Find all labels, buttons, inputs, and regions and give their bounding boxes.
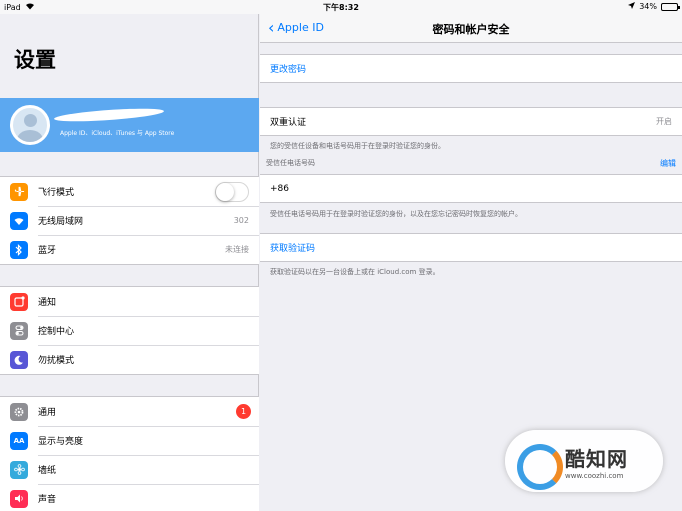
sound-icon <box>10 489 28 508</box>
sidebar-item-airplane[interactable]: 飞行模式 <box>0 177 259 206</box>
avatar <box>10 105 50 145</box>
sidebar-title: 设置 <box>14 48 56 72</box>
sidebar-item-sound[interactable]: 声音 <box>0 484 259 511</box>
trusted-phone-row[interactable]: +86 <box>260 174 682 203</box>
sidebar-item-label: 通用 <box>38 408 57 418</box>
sidebar-item-wifi[interactable]: 无线局域网 302 <box>0 206 259 235</box>
get-code-label: 获取验证码 <box>270 244 316 254</box>
battery-icon <box>661 2 680 11</box>
watermark-text: 酷知网 www.coozhi.com <box>565 443 628 480</box>
status-bar: iPad 下午8:32 34% <box>0 0 682 14</box>
two-factor-label: 双重认证 <box>270 118 307 128</box>
notification-icon <box>10 292 28 311</box>
profile-subtitle: Apple ID、iCloud、iTunes 与 App Store <box>60 130 175 137</box>
trusted-phone-header: 受信任电话号码 <box>266 159 315 167</box>
toggle-knob <box>216 182 234 201</box>
phone-number: +86 <box>270 183 289 194</box>
bluetooth-status: 未连接 <box>225 245 249 254</box>
watermark-badge: 酷知网 www.coozhi.com <box>505 430 663 492</box>
sidebar-item-wallpaper[interactable]: 墙纸 <box>0 455 259 484</box>
two-factor-status: 开启 <box>656 117 672 126</box>
sidebar-item-notifications[interactable]: 通知 <box>0 287 259 316</box>
moon-icon <box>10 350 28 369</box>
change-password-label: 更改密码 <box>270 65 307 75</box>
watermark-url: www.coozhi.com <box>565 471 624 480</box>
navigation-bar: ‹ Apple ID 密码和帐户安全 <box>260 14 682 43</box>
control-center-icon <box>10 321 28 340</box>
page-title: 密码和帐户安全 <box>432 23 510 36</box>
wifi-icon <box>10 211 28 230</box>
sidebar-item-label: 声音 <box>38 495 57 505</box>
watermark-name: 酷知网 <box>565 446 628 471</box>
sidebar-item-control-center[interactable]: 控制中心 <box>0 316 259 345</box>
general-group: 通用 1 AA 显示与亮度 墙纸 声音 <box>0 396 259 511</box>
two-factor-row: 双重认证 开启 <box>260 107 682 136</box>
update-badge: 1 <box>236 404 251 419</box>
coozhi-logo-icon <box>515 440 563 490</box>
gear-icon <box>10 402 28 421</box>
airplane-toggle[interactable] <box>215 181 249 202</box>
airplane-icon <box>10 182 28 201</box>
get-code-note: 获取验证码以在另一台设备上或在 iCloud.com 登录。 <box>270 268 440 276</box>
display-icon: AA <box>10 431 28 450</box>
sidebar-item-label: 显示与亮度 <box>38 437 84 447</box>
change-password-button[interactable]: 更改密码 <box>260 54 682 83</box>
redacted-name <box>53 106 165 124</box>
sidebar-item-label: 控制中心 <box>38 327 75 337</box>
status-time: 下午8:32 <box>323 3 359 12</box>
connectivity-group: 飞行模式 无线局域网 302 蓝牙 未连接 <box>0 176 259 265</box>
settings-sidebar: 设置 Apple ID、iCloud、iTunes 与 App Store 飞行… <box>0 14 259 511</box>
location-icon <box>628 2 636 11</box>
sidebar-item-do-not-disturb[interactable]: 勿扰模式 <box>0 345 259 374</box>
sidebar-item-label: 飞行模式 <box>38 188 75 198</box>
sidebar-item-label: 无线局域网 <box>38 217 84 227</box>
sidebar-item-label: 蓝牙 <box>38 246 57 256</box>
sidebar-item-label: 墙纸 <box>38 466 57 476</box>
two-factor-note: 您的受信任设备和电话号码用于在登录时验证您的身份。 <box>270 142 445 150</box>
wifi-network-name: 302 <box>233 216 249 225</box>
wallpaper-icon <box>10 460 28 479</box>
status-right: 34% <box>628 2 680 11</box>
phone-note: 受信任电话号码用于在登录时验证您的身份，以及在您忘记密码时恢复您的帐户。 <box>270 210 522 218</box>
sidebar-item-general[interactable]: 通用 1 <box>0 397 259 426</box>
apple-id-profile[interactable]: Apple ID、iCloud、iTunes 与 App Store <box>0 98 259 152</box>
sidebar-item-label: 通知 <box>38 298 57 308</box>
battery-percent: 34% <box>639 2 657 11</box>
edit-button[interactable]: 编辑 <box>660 158 676 169</box>
sidebar-item-bluetooth[interactable]: 蓝牙 未连接 <box>0 235 259 264</box>
get-code-button[interactable]: 获取验证码 <box>260 233 682 262</box>
bluetooth-icon <box>10 240 28 259</box>
sidebar-item-label: 勿扰模式 <box>38 356 75 366</box>
notifications-group: 通知 控制中心 勿扰模式 <box>0 286 259 375</box>
sidebar-item-display[interactable]: AA 显示与亮度 <box>0 426 259 455</box>
